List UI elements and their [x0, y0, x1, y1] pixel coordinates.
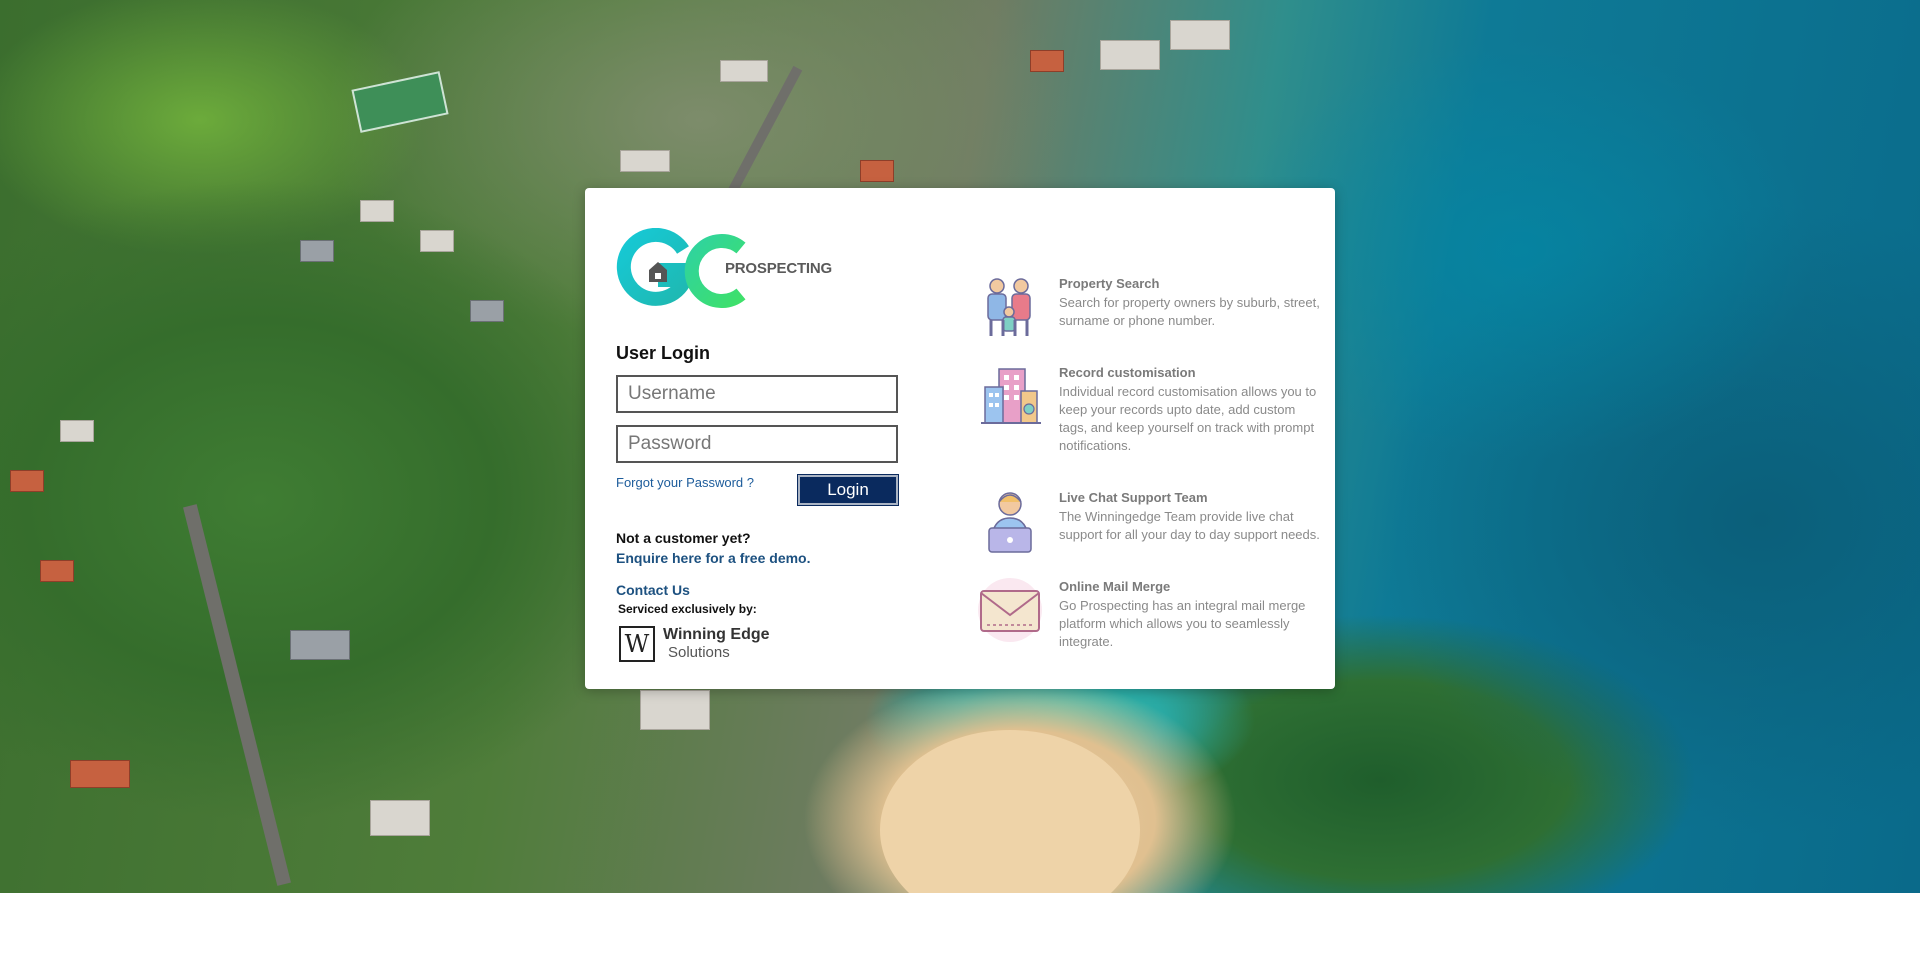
feature-description: Go Prospecting has an integral mail merg… [1059, 598, 1306, 649]
house [370, 800, 430, 836]
house [620, 150, 670, 172]
feature-description: The Winningedge Team provide live chat s… [1059, 509, 1320, 542]
house [720, 60, 768, 82]
house [290, 630, 350, 660]
house [470, 300, 504, 322]
feature-description: Search for property owners by suburb, st… [1059, 295, 1320, 328]
winning-edge-subname: Solutions [668, 644, 730, 661]
house [40, 560, 74, 582]
building-icon [975, 361, 1045, 431]
feature-title: Record customisation [1059, 365, 1196, 380]
feature-title: Live Chat Support Team [1059, 490, 1208, 505]
house [420, 230, 454, 252]
password-input[interactable] [616, 425, 898, 463]
house [70, 760, 130, 788]
road [727, 65, 803, 195]
house [360, 200, 394, 222]
road [183, 504, 291, 886]
not-customer-text: Not a customer yet? [616, 530, 751, 546]
house [10, 470, 44, 492]
contact-us-link[interactable]: Contact Us [616, 582, 690, 598]
go-prospecting-logo: PROSPECTING [613, 228, 832, 308]
login-card: PROSPECTING User Login Forgot your Passw… [585, 188, 1335, 689]
house [1170, 20, 1230, 50]
house [300, 240, 334, 262]
tennis-court [351, 71, 449, 133]
user-login-heading: User Login [616, 343, 711, 363]
forgot-password-link[interactable]: Forgot your Password ? [616, 475, 754, 490]
winning-edge-logo: W Winning Edge Solutions [619, 624, 779, 664]
support-agent-icon [975, 486, 1045, 556]
house [1030, 50, 1064, 72]
username-input[interactable] [616, 375, 898, 413]
house [1100, 40, 1160, 70]
feature-title: Online Mail Merge [1059, 579, 1171, 594]
feature-title: Property Search [1059, 276, 1160, 291]
logo-wordmark: PROSPECTING [725, 260, 832, 277]
serviced-by-text: Serviced exclusively by: [618, 602, 757, 616]
house [860, 160, 894, 182]
people-icon [975, 272, 1045, 342]
feature-description: Individual record customisation allows y… [1059, 384, 1317, 453]
winning-edge-name: Winning Edge [663, 626, 770, 643]
house [640, 690, 710, 730]
login-button[interactable]: Login [797, 474, 899, 506]
house [60, 420, 94, 442]
beach-sand [880, 730, 1140, 893]
mail-envelope-icon [975, 575, 1045, 645]
winning-edge-mark: W [619, 626, 655, 662]
enquire-demo-link[interactable]: Enquire here for a free demo. [616, 550, 811, 566]
